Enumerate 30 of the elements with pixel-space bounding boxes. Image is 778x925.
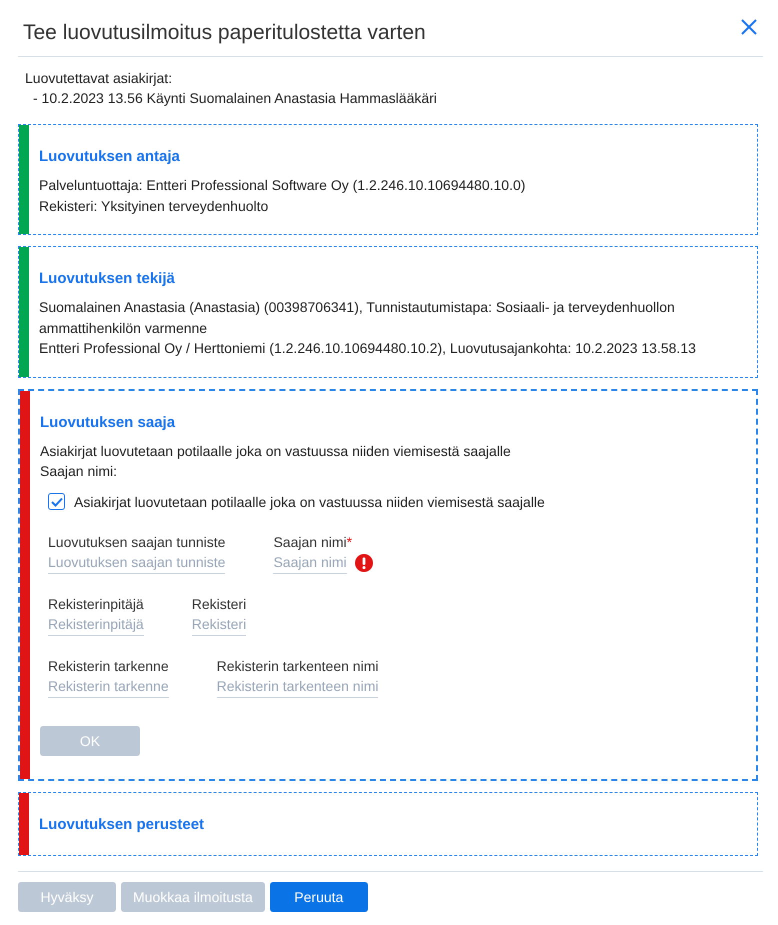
checkbox-label[interactable]: Asiakirjat luovutetaan potilaalle joka on vastuussa niiden viemisestä saajalle (74, 492, 545, 512)
footer-button[interactable]: Peruuta (270, 882, 368, 912)
section-text: Palveluntuottaja: Entteri Professional Software Oy (1.2.246.10.10694480.10.0) (39, 176, 526, 195)
document-item: - 10.2.2023 13.56 Käynti Suomalainen Anastasia Hammaslääkäri (32, 89, 438, 108)
input-field[interactable]: Rekisterinpitäjä (48, 614, 144, 636)
section-text: Rekisteri: Yksityinen terveydenhuolto (39, 196, 270, 216)
section-title: Luovutuksen tekijä (39, 269, 176, 289)
section-title: Luovutuksen perusteet (39, 814, 206, 834)
field-label: Rekisterinpitäjä (48, 596, 144, 612)
input-field[interactable]: Saajan nimi (273, 552, 347, 574)
input-field[interactable]: Rekisterin tarkenne (48, 676, 169, 698)
input-field[interactable]: Rekisterin tarkenteen nimi (216, 676, 378, 698)
input-field[interactable]: Rekisteri (192, 614, 246, 636)
section-text: Saajan nimi: (40, 462, 118, 481)
input-field[interactable]: Luovutuksen saajan tunniste (48, 552, 226, 574)
checkbox[interactable] (48, 493, 65, 510)
field-label: Rekisteri (192, 596, 246, 612)
field-label: Rekisterin tarkenne (48, 658, 169, 674)
field-label: Luovutuksen saajan tunniste (48, 534, 226, 550)
section-text: Suomalainen Anastasia (Anastasia) (00398706341), Tunnistautumistapa: Sosiaali- ja terveydenhuollon ammattihenkilön varmenne (39, 298, 676, 338)
section-text: Asiakirjat luovutetaan potilaalle joka on vastuussa niiden viemisestä saajalle (40, 442, 512, 461)
field-label: Saajan nimi (273, 534, 347, 550)
section-text: Entteri Professional Oy / Herttoniemi (1.2.246.10.10694480.10.2), Luovutusajankohta: 10.2.2023 13.58.13 (39, 339, 697, 358)
documents-label: Luovutettavat asiakirjat: (25, 69, 174, 88)
required-mark: * (346, 534, 352, 550)
close-icon[interactable] (741, 19, 757, 35)
section-title: Luovutuksen saaja (40, 412, 176, 432)
section-title: Luovutuksen antaja (39, 147, 181, 167)
dialog-title: Tee luovutusilmoitus paperitulostetta varten (23, 20, 426, 46)
field-label: Rekisterin tarkenteen nimi (216, 658, 378, 674)
